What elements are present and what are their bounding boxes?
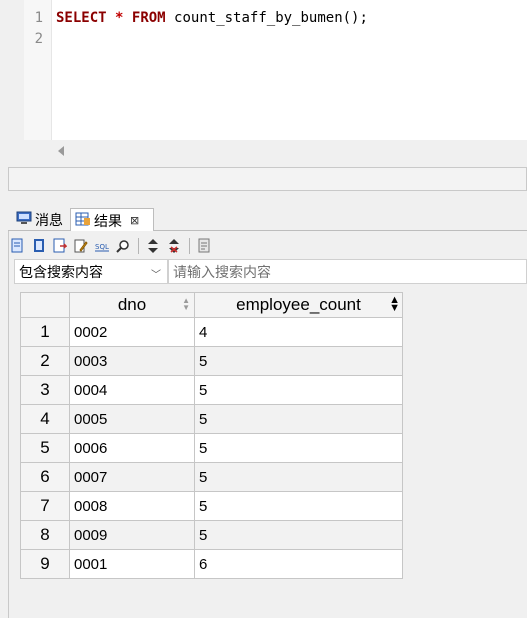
monitor-icon — [16, 211, 32, 229]
chevron-down-icon: ﹀ — [151, 270, 161, 281]
row-number[interactable]: 3 — [20, 375, 70, 405]
search-mode-select[interactable]: 包含搜索内容 ﹀ — [14, 259, 168, 284]
cell-employee-count[interactable]: 6 — [194, 549, 403, 579]
row-number[interactable]: 6 — [20, 462, 70, 492]
edit-icon[interactable] — [71, 236, 91, 256]
keyword-select: SELECT — [56, 10, 107, 26]
cell-employee-count[interactable]: 5 — [194, 462, 403, 492]
sort-icon[interactable]: ▲ ▼ — [389, 295, 400, 314]
search-placeholder: 请输入搜索内容 — [173, 264, 271, 281]
search-icon[interactable] — [113, 236, 133, 256]
tab-label: 消息 — [35, 212, 63, 229]
cell-employee-count[interactable]: 5 — [194, 404, 403, 434]
sql-icon[interactable]: SQL — [92, 236, 112, 256]
cell-employee-count[interactable]: 4 — [194, 317, 403, 347]
table-row[interactable]: 8 0009 5 — [20, 520, 403, 550]
collapse-icon[interactable] — [164, 236, 184, 256]
cell-employee-count[interactable]: 5 — [194, 491, 403, 521]
column-header-employee-count[interactable]: employee_count ▲ ▼ — [194, 292, 403, 318]
row-number[interactable]: 2 — [20, 346, 70, 376]
cell-employee-count[interactable]: 5 — [194, 346, 403, 376]
table-row[interactable]: 3 0004 5 — [20, 375, 403, 405]
cell-dno[interactable]: 0005 — [69, 404, 195, 434]
cell-dno[interactable]: 0007 — [69, 462, 195, 492]
tab-label: 结果 — [94, 213, 122, 230]
cell-dno[interactable]: 0004 — [69, 375, 195, 405]
cell-dno[interactable]: 0002 — [69, 317, 195, 347]
results-table: dno ▲ ▼ employee_count ▲ ▼ 1 0002 4 2 0003 5 3… — [20, 292, 403, 579]
cell-employee-count[interactable]: 5 — [194, 520, 403, 550]
keyword-from: FROM — [131, 10, 166, 26]
table-row[interactable]: 1 0002 4 — [20, 317, 403, 347]
table-header-row: dno ▲ ▼ employee_count ▲ ▼ — [20, 292, 403, 318]
column-header-label: employee_count — [236, 295, 361, 314]
table-row[interactable]: 2 0003 5 — [20, 346, 403, 376]
search-input[interactable]: 请输入搜索内容 — [168, 259, 527, 284]
code-line[interactable]: SELECT * FROM count_staff_by_bumen(); — [56, 10, 368, 26]
cell-employee-count[interactable]: 5 — [194, 433, 403, 463]
column-header-dno[interactable]: dno ▲ ▼ — [69, 292, 195, 318]
wildcard: * — [115, 10, 124, 26]
cell-dno[interactable]: 0001 — [69, 549, 195, 579]
message-bar — [8, 167, 527, 191]
cell-dno[interactable]: 0008 — [69, 491, 195, 521]
cell-employee-count[interactable]: 5 — [194, 375, 403, 405]
result-toolbar: SQL — [8, 234, 215, 258]
row-number[interactable]: 7 — [20, 491, 70, 521]
row-number[interactable]: 5 — [20, 433, 70, 463]
cell-dno[interactable]: 0006 — [69, 433, 195, 463]
row-number[interactable]: 1 — [20, 317, 70, 347]
line-number: 1 — [34, 10, 43, 26]
table-row[interactable]: 9 0001 6 — [20, 549, 403, 579]
table-row[interactable]: 4 0005 5 — [20, 404, 403, 434]
result-tabs: 消息 结果 ⊠ — [8, 206, 527, 232]
toolbar-separator — [189, 238, 190, 254]
table-row[interactable]: 6 0007 5 — [20, 462, 403, 492]
cell-dno[interactable]: 0009 — [69, 520, 195, 550]
grid-icon — [75, 212, 91, 230]
search-mode-value: 包含搜索内容 — [19, 264, 103, 281]
close-icon[interactable]: ⊠ — [130, 214, 139, 227]
sql-editor[interactable]: 1 2 SELECT * FROM count_staff_by_bumen()… — [24, 0, 527, 140]
scroll-left-icon[interactable] — [58, 146, 64, 156]
copy-icon[interactable] — [8, 236, 28, 256]
table-row[interactable]: 5 0006 5 — [20, 433, 403, 463]
export-icon[interactable] — [50, 236, 70, 256]
query-window: 1 2 SELECT * FROM count_staff_by_bumen()… — [0, 0, 527, 618]
function-call: count_staff_by_bumen(); — [174, 10, 368, 26]
row-number[interactable]: 9 — [20, 549, 70, 579]
table-row[interactable]: 7 0008 5 — [20, 491, 403, 521]
line-number-gutter: 1 2 — [24, 0, 52, 140]
properties-icon[interactable] — [194, 236, 214, 256]
sort-icon[interactable]: ▲ ▼ — [182, 297, 190, 312]
row-number[interactable]: 4 — [20, 404, 70, 434]
line-number: 2 — [34, 31, 43, 47]
cell-dno[interactable]: 0003 — [69, 346, 195, 376]
tab-messages[interactable]: 消息 — [12, 208, 67, 231]
tab-results[interactable]: 结果 ⊠ — [70, 208, 154, 232]
toolbar-separator — [138, 238, 139, 254]
svg-text:SQL: SQL — [95, 243, 109, 251]
copy-all-icon[interactable] — [29, 236, 49, 256]
expand-icon[interactable] — [143, 236, 163, 256]
column-header-label: dno — [117, 295, 147, 314]
row-number-header[interactable] — [20, 292, 70, 318]
row-number[interactable]: 8 — [20, 520, 70, 550]
